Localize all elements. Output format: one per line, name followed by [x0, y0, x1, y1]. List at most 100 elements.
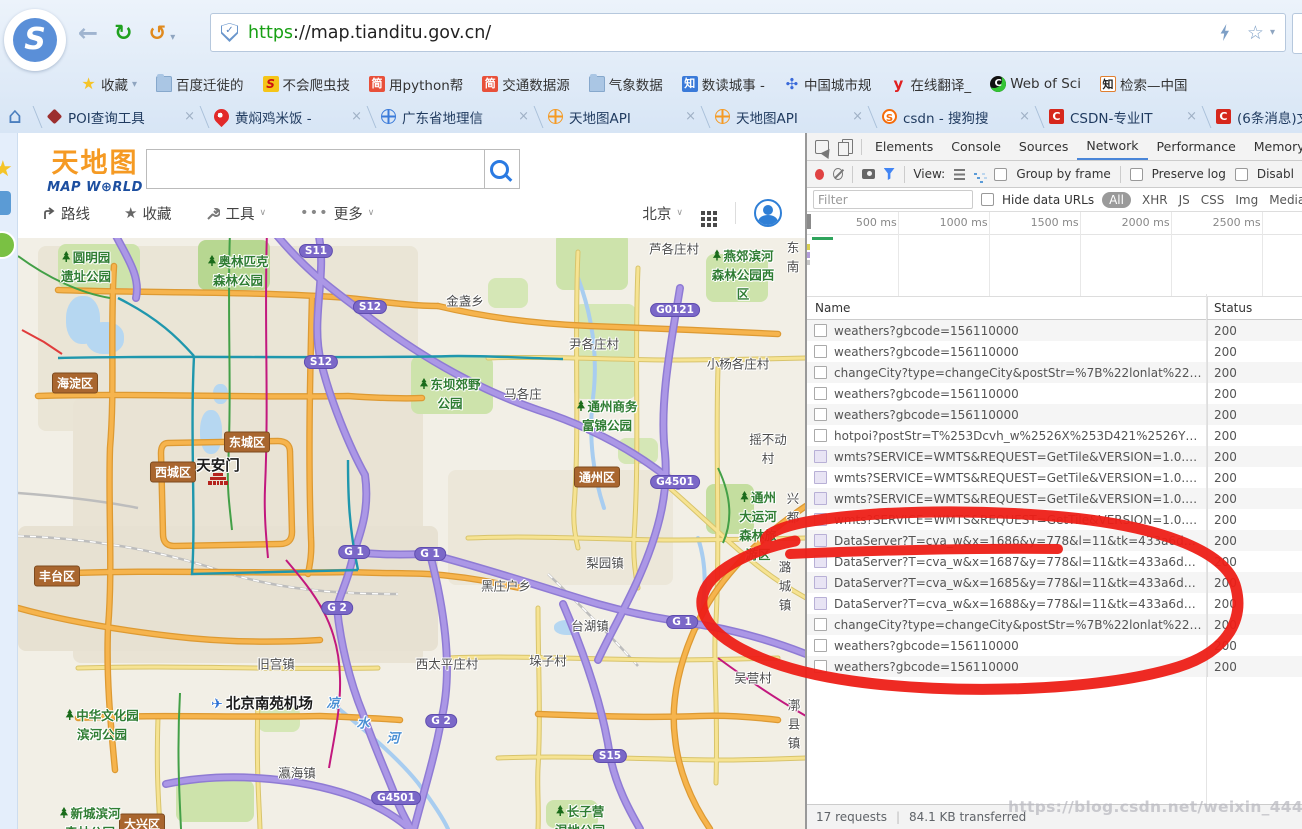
url-text[interactable]: https://map.tianditu.gov.cn/ — [248, 23, 491, 43]
home-icon[interactable]: ⌂ — [8, 104, 22, 129]
clear-button[interactable] — [833, 168, 844, 180]
request-name[interactable]: weathers?gbcode=156110000 — [834, 345, 1207, 359]
gadget-circle-icon[interactable] — [0, 231, 16, 259]
list-view-icon[interactable] — [954, 168, 965, 180]
address-bar[interactable]: https://map.tianditu.gov.cn/ ☆ ▾ — [210, 13, 1286, 52]
more-button[interactable]: ••• 更多 ∨ — [300, 203, 374, 224]
filter-funnel-icon[interactable] — [883, 168, 895, 180]
quick-access-icon[interactable] — [1220, 24, 1230, 41]
request-name[interactable]: weathers?gbcode=156110000 — [834, 639, 1207, 653]
devtools-tab-sources[interactable]: Sources — [1010, 134, 1077, 160]
apps-grid-icon[interactable] — [701, 211, 705, 215]
bookmark-item[interactable]: 简交通数据源 — [482, 74, 570, 94]
table-row[interactable]: DataServer?T=cva_w&x=1688&y=778&l=11&tk=… — [807, 593, 1302, 614]
record-button[interactable] — [815, 168, 825, 180]
bookmark-item[interactable]: S 不会爬虫技 — [262, 74, 350, 94]
tab-1[interactable]: POI查询工具 × — [43, 107, 199, 127]
device-toolbar-icon[interactable] — [838, 139, 853, 156]
preserve-log-checkbox[interactable] — [1129, 167, 1143, 181]
table-row[interactable]: hotpoi?postStr=T%253Dcvh_w%2526X%253D421… — [807, 425, 1302, 446]
bookmark-item[interactable]: ✣ 中国城市规 — [784, 74, 872, 94]
timeline-scroll-handle[interactable] — [807, 214, 811, 229]
request-name[interactable]: wmts?SERVICE=WMTS&REQUEST=GetTile&VERSIO… — [834, 513, 1207, 527]
request-name[interactable]: weathers?gbcode=156110000 — [834, 408, 1207, 422]
request-name[interactable]: DataServer?T=cva_w&x=1685&y=778&l=11&tk=… — [834, 576, 1207, 590]
map-canvas[interactable]: 海淀区 东城区 西城区 通州区 丰台区 大兴区 S11 S12 S12 G0121 G4501 G 1… — [18, 238, 806, 829]
map-search-input[interactable] — [146, 149, 485, 189]
devtools-tab-memory[interactable]: Memory — [1245, 134, 1302, 160]
table-row[interactable]: wmts?SERVICE=WMTS&REQUEST=GetTile&VERSIO… — [807, 509, 1302, 530]
request-name[interactable]: weathers?gbcode=156110000 — [834, 324, 1207, 338]
favorites-button[interactable]: ★ 收藏 — [124, 203, 171, 224]
bookmark-item[interactable]: y 在线翻译_ — [890, 74, 972, 94]
status-column-header[interactable]: Status — [1207, 297, 1302, 319]
group-by-frame-checkbox[interactable] — [994, 167, 1008, 181]
bookmark-item[interactable]: 简用python帮 — [369, 74, 463, 94]
devtools-tab-performance[interactable]: Performance — [1148, 134, 1245, 160]
bookmark-item[interactable]: C Web of Sci — [990, 76, 1081, 92]
table-row[interactable]: wmts?SERVICE=WMTS&REQUEST=GetTile&VERSIO… — [807, 488, 1302, 509]
refresh-button[interactable]: ↻ — [114, 21, 132, 46]
request-name[interactable]: hotpoi?postStr=T%253Dcvh_w%2526X%253D421… — [834, 429, 1207, 443]
tab-4[interactable]: 天地图API × — [544, 107, 700, 127]
tab-close-icon[interactable]: × — [1019, 109, 1030, 124]
tab-close-icon[interactable]: × — [1186, 109, 1197, 124]
name-column-header[interactable]: Name — [807, 301, 1207, 315]
search-button[interactable] — [479, 149, 520, 189]
request-name[interactable]: weathers?gbcode=156110000 — [834, 660, 1207, 674]
route-button[interactable]: 路线 — [42, 203, 90, 224]
request-name[interactable]: wmts?SERVICE=WMTS&REQUEST=GetTile&VERSIO… — [834, 471, 1207, 485]
table-row[interactable]: wmts?SERVICE=WMTS&REQUEST=GetTile&VERSIO… — [807, 446, 1302, 467]
back-button[interactable]: ← — [78, 19, 98, 47]
bookmark-item[interactable]: 知检索—中国 — [1099, 74, 1187, 94]
tab-close-icon[interactable]: × — [685, 109, 696, 124]
hide-data-urls-checkbox[interactable] — [981, 193, 994, 206]
table-row[interactable]: weathers?gbcode=156110000 200 — [807, 320, 1302, 341]
bookmark-caret-icon[interactable]: ▾ — [1270, 27, 1275, 38]
type-filter-media[interactable]: Media — [1269, 193, 1302, 207]
table-row[interactable]: weathers?gbcode=156110000 200 — [807, 341, 1302, 362]
tab-7[interactable]: C CSDN-专业IT × — [1045, 107, 1201, 127]
gadget-panel-icon[interactable] — [0, 191, 11, 215]
tab-close-icon[interactable]: × — [518, 109, 529, 124]
gadget-star-icon[interactable]: ★ — [0, 157, 13, 182]
requests-table-header[interactable]: Name Status — [807, 297, 1302, 320]
city-selector[interactable]: 北京 ∨ — [642, 203, 683, 224]
request-name[interactable]: changeCity?type=changeCity&postStr=%7B%2… — [834, 618, 1207, 632]
type-filter-img[interactable]: Img — [1235, 193, 1258, 207]
type-filter-xhr[interactable]: XHR — [1142, 193, 1168, 207]
bookmark-item[interactable]: 百度迁徙的 — [156, 74, 244, 94]
user-avatar[interactable] — [754, 199, 782, 227]
table-row[interactable]: changeCity?type=changeCity&postStr=%7B%2… — [807, 614, 1302, 635]
request-name[interactable]: wmts?SERVICE=WMTS&REQUEST=GetTile&VERSIO… — [834, 450, 1207, 464]
tab-close-icon[interactable]: × — [852, 109, 863, 124]
disable-cache-checkbox[interactable] — [1234, 167, 1248, 181]
tab-close-icon[interactable]: × — [184, 109, 195, 124]
waterfall-view-icon[interactable] — [974, 172, 978, 176]
devtools-tab-console[interactable]: Console — [942, 134, 1010, 160]
table-row[interactable]: DataServer?T=cva_w&x=1687&y=778&l=11&tk=… — [807, 551, 1302, 572]
request-name[interactable]: DataServer?T=cva_w&x=1688&y=778&l=11&tk=… — [834, 597, 1207, 611]
tab-3[interactable]: 广东省地理信 × — [377, 107, 533, 127]
request-name[interactable]: DataServer?T=cva_w&x=1687&y=778&l=11&tk=… — [834, 555, 1207, 569]
table-row[interactable]: DataServer?T=cva_w&x=1686&y=778&l=11&tk=… — [807, 530, 1302, 551]
tab-6[interactable]: Scsdn - 搜狗搜 × — [878, 107, 1034, 127]
bookmark-star-icon[interactable]: ☆ — [1247, 22, 1264, 44]
request-name[interactable]: DataServer?T=cva_w&x=1686&y=778&l=11&tk=… — [834, 534, 1207, 548]
devtools-tab-elements[interactable]: Elements — [866, 134, 942, 160]
bookmark-item[interactable]: 气象数据 — [588, 74, 663, 94]
tab-close-icon[interactable]: × — [351, 109, 362, 124]
undo-button[interactable]: ↺ ▾ — [149, 21, 176, 45]
tianditu-logo[interactable]: 天地图 MAP W⊕RLD — [40, 141, 150, 195]
bookmarks-menu[interactable]: ★ 收藏 ▾ — [80, 74, 137, 95]
sogou-logo[interactable]: S — [4, 9, 66, 71]
bookmark-item[interactable]: 知数读城事 - — [681, 74, 765, 94]
tools-button[interactable]: 工具 ∨ — [205, 203, 266, 224]
table-row[interactable]: changeCity?type=changeCity&postStr=%7B%2… — [807, 362, 1302, 383]
screenshot-icon[interactable] — [862, 169, 875, 179]
tab-2[interactable]: 黄焖鸡米饭 - × — [210, 106, 366, 127]
request-name[interactable]: weathers?gbcode=156110000 — [834, 387, 1207, 401]
devtools-tab-network[interactable]: Network — [1077, 134, 1148, 160]
type-filter-css[interactable]: CSS — [1201, 193, 1225, 207]
table-row[interactable]: weathers?gbcode=156110000 200 — [807, 383, 1302, 404]
